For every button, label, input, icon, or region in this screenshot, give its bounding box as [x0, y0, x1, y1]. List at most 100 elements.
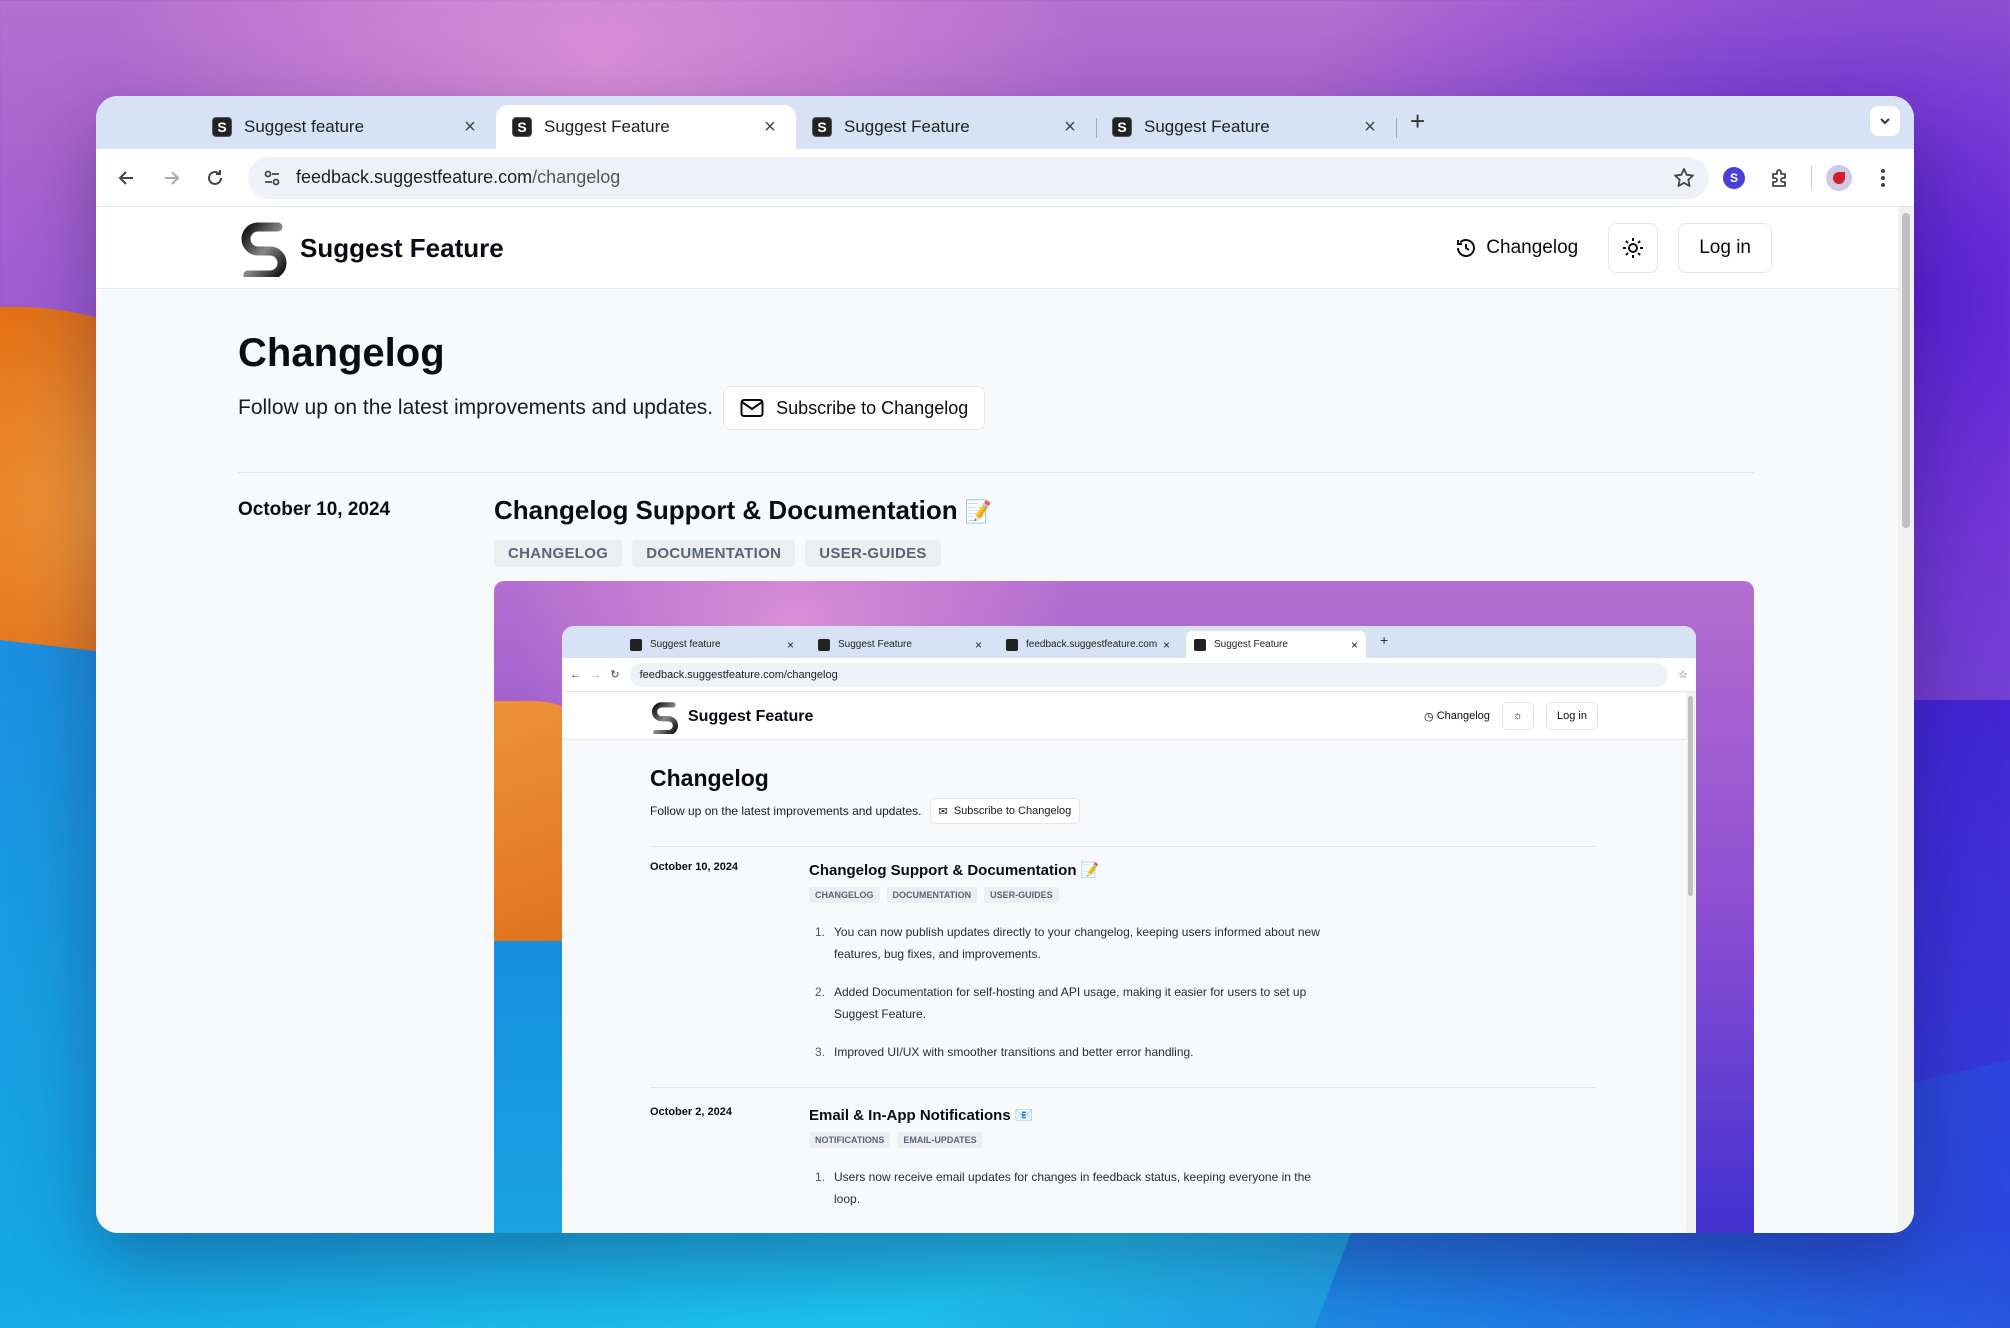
favicon-icon	[630, 638, 642, 651]
toolbar-divider	[1811, 165, 1812, 190]
new-tab-button[interactable]: +	[1410, 106, 1425, 137]
close-icon[interactable]: ×	[760, 116, 780, 139]
screenshot-site-header: Suggest Feature ◷ Changelog ☼ Log in	[562, 692, 1696, 740]
page-scrollbar[interactable]	[1898, 207, 1914, 1233]
close-icon: ×	[786, 637, 794, 652]
brand-name: Suggest Feature	[300, 232, 504, 263]
close-icon: ×	[1162, 637, 1170, 652]
screenshot-toolbar: ← → ↻ feedback.suggestfeature.com/change…	[562, 658, 1696, 692]
address-bar[interactable]: feedback.suggestfeature.com/changelog	[248, 156, 1709, 199]
list-item: 2. Added Documentation for self-hosting a…	[809, 981, 1329, 1025]
close-icon[interactable]: ×	[1360, 116, 1380, 139]
profile-icon	[1833, 171, 1845, 184]
screenshot-entry: October 2, 2024 Email & In-App Notificat…	[650, 1106, 1596, 1226]
favicon-icon: S	[512, 117, 532, 137]
screenshot-scrollbar	[1686, 692, 1696, 1233]
subscribe-button[interactable]: Subscribe to Changelog	[723, 386, 986, 430]
browser-window: S Suggest feature × S Suggest Feature × …	[96, 96, 1914, 1233]
memo-icon: 📝	[964, 499, 993, 524]
screenshot-tag: EMAIL-UPDATES	[897, 1132, 983, 1148]
puzzle-icon	[1772, 168, 1786, 187]
screenshot-entry-date: October 2, 2024	[650, 1106, 732, 1118]
page-viewport: Suggest Feature Changelog Log in Changel…	[96, 207, 1914, 1233]
screenshot-page: Suggest Feature ◷ Changelog ☼ Log in Cha…	[562, 692, 1696, 1233]
tab-4[interactable]: S Suggest Feature ×	[1096, 105, 1396, 149]
arrow-right-icon	[165, 170, 180, 185]
screenshot-tab: Suggest feature ×	[622, 631, 802, 658]
screenshot-url: feedback.suggestfeature.com/changelog	[639, 668, 838, 681]
screenshot-tab-active: Suggest Feature ×	[1186, 631, 1366, 658]
screenshot-browser: Suggest feature × Suggest Feature × feedba…	[562, 626, 1696, 1233]
screenshot-subscribe-label: Subscribe to Changelog	[953, 805, 1072, 817]
tag[interactable]: CHANGELOG	[494, 540, 623, 567]
brand-link[interactable]: Suggest Feature	[238, 219, 504, 277]
arrow-right-icon: →	[590, 668, 602, 681]
tag-list: CHANGELOG DOCUMENTATION USER-GUIDES	[494, 540, 1754, 567]
screenshot-nav: ◷ Changelog ☼ Log in	[1424, 702, 1598, 730]
screenshot-tab-label: Suggest Feature	[838, 639, 912, 650]
screenshot-brand-name: Suggest Feature	[688, 708, 814, 725]
screenshot-brand: Suggest Feature	[650, 700, 813, 734]
screenshot-tags: NOTIFICATIONS EMAIL-UPDATES	[809, 1132, 1596, 1148]
mail-icon	[740, 399, 764, 417]
list-item-text: Improved UI/UX with smoother transitions…	[834, 1045, 1194, 1059]
tab-1[interactable]: S Suggest feature ×	[196, 105, 496, 149]
browser-menu-button[interactable]	[1866, 161, 1900, 195]
logo-icon	[238, 219, 290, 277]
favicon-icon	[1194, 638, 1206, 651]
favicon-icon	[818, 638, 830, 651]
tag[interactable]: USER-GUIDES	[805, 540, 941, 567]
arrow-left-icon: ←	[570, 668, 581, 681]
close-icon[interactable]: ×	[460, 116, 480, 139]
tab-label: Suggest feature	[244, 117, 365, 136]
tab-search-button[interactable]	[1870, 106, 1900, 136]
close-icon: ×	[974, 637, 982, 652]
entry-screenshot-image: Suggest feature × Suggest Feature × feedba…	[494, 581, 1754, 1233]
theme-toggle-button[interactable]	[1608, 223, 1659, 273]
close-icon: ×	[1350, 637, 1358, 652]
favicon-icon	[1006, 638, 1018, 651]
browser-toolbar: feedback.suggestfeature.com/changelog S	[96, 149, 1914, 207]
back-button[interactable]	[110, 161, 144, 195]
sun-icon: ☼	[1501, 702, 1535, 730]
screenshot-entry-date: October 10, 2024	[650, 861, 739, 873]
reload-icon	[208, 169, 222, 185]
subtitle-row: Follow up on the latest improvements and…	[238, 386, 1754, 430]
screenshot-tags: CHANGELOG DOCUMENTATION USER-GUIDES	[809, 887, 1596, 903]
extensions-button[interactable]	[1763, 161, 1797, 195]
tab-2-active[interactable]: S Suggest Feature ×	[496, 105, 796, 149]
tag[interactable]: DOCUMENTATION	[632, 540, 796, 567]
screenshot-page-title: Changelog	[650, 765, 769, 791]
changelog-nav-link[interactable]: Changelog	[1454, 236, 1578, 260]
screenshot-entry-body: Email & In-App Notifications 📧 NOTIFICAT…	[809, 1106, 1596, 1226]
changelog-entry: October 10, 2024 Changelog Support & Doc…	[238, 495, 1754, 1233]
profile-avatar[interactable]	[1826, 164, 1852, 191]
extension-s-icon[interactable]: S	[1723, 166, 1745, 189]
header-nav: Changelog Log in	[1454, 223, 1772, 273]
screenshot-tag: DOCUMENTATION	[886, 887, 978, 903]
tab-3[interactable]: S Suggest Feature ×	[796, 105, 1096, 149]
scrollbar-thumb[interactable]	[1902, 213, 1910, 528]
url-host: feedback.suggestfeature.com	[296, 167, 533, 187]
changelog-nav-label: Changelog	[1486, 237, 1579, 258]
divider	[238, 472, 1754, 473]
close-icon[interactable]: ×	[1060, 116, 1080, 139]
login-button[interactable]: Log in	[1678, 223, 1772, 273]
reload-button[interactable]	[198, 161, 232, 195]
logo-icon	[650, 700, 680, 734]
tab-label: Suggest Feature	[1144, 117, 1270, 136]
screenshot-tag: USER-GUIDES	[984, 887, 1059, 903]
screenshot-changelog-link: Changelog	[1436, 710, 1490, 722]
screenshot-entry-title: Email & In-App Notifications 📧	[809, 1107, 1034, 1124]
changelog-content: Changelog Follow up on the latest improv…	[238, 289, 1754, 1233]
screenshot-tab-label: feedback.suggestfeature.com	[1026, 639, 1158, 650]
url-text: feedback.suggestfeature.com/changelog	[296, 167, 1673, 188]
site-settings-icon[interactable]	[262, 168, 282, 188]
favicon-icon: S	[1112, 117, 1132, 137]
screenshot-new-tab-icon: +	[1380, 632, 1389, 648]
mail-icon: ✉	[938, 805, 954, 818]
screenshot-subtitle: Follow up on the latest improvements and…	[650, 804, 922, 818]
entry-title-text: Changelog Support & Documentation	[494, 495, 958, 525]
star-icon[interactable]	[1673, 167, 1695, 189]
forward-button[interactable]	[154, 161, 188, 195]
